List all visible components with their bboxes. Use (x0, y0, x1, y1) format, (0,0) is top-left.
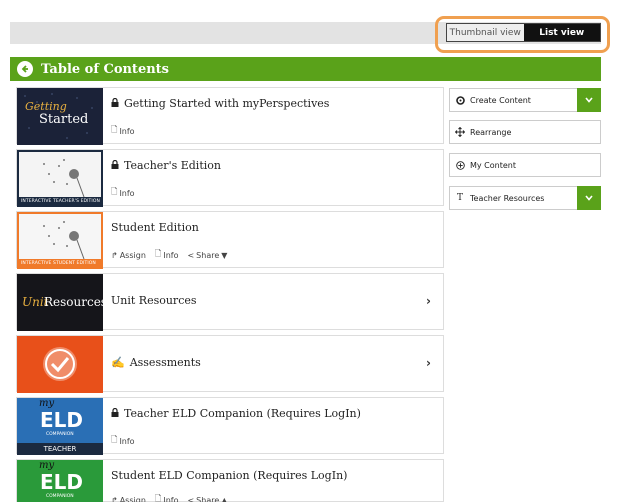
document-icon: 🗋 (111, 435, 118, 444)
document-icon: 🗋 (154, 494, 162, 502)
chevron-down-icon[interactable] (577, 88, 601, 112)
student-eld-thumbnail: my ELD COMPANION (17, 460, 103, 502)
item-actions: ↱ Assign 🗋 Info < Share ▲ (111, 493, 227, 502)
lock-icon (111, 159, 119, 172)
info-link[interactable]: 🗋 Info (155, 493, 179, 502)
thumb-caption: INTERACTIVE TEACHER'S EDITION (19, 197, 101, 205)
info-label: Info (163, 250, 179, 260)
share-icon: < (187, 250, 195, 260)
back-arrow-icon[interactable] (17, 61, 33, 77)
text-icon: T (456, 193, 463, 203)
item-actions: 🗋 Info (111, 186, 135, 200)
assign-icon: ↱ (111, 250, 118, 260)
item-title[interactable]: Teacher ELD Companion (Requires LogIn) (124, 407, 361, 420)
teacher-eld-thumbnail: my ELD COMPANION TEACHER (17, 398, 103, 455)
chevron-right-icon[interactable]: › (426, 356, 431, 370)
unit-resources-thumbnail: Unit Resources (17, 274, 103, 331)
item-title-row: Teacher ELD Companion (Requires LogIn) (111, 407, 361, 420)
share-icon: < (187, 495, 195, 502)
info-label: Info (119, 188, 135, 198)
thumb-caption: COMPANION (46, 494, 74, 499)
document-icon: 🗋 (154, 249, 162, 258)
assign-label: Assign (119, 495, 146, 502)
item-title[interactable]: Assessments (130, 356, 201, 369)
my-content-label: My Content (470, 160, 516, 170)
item-title-row: Getting Started with myPerspectives (111, 97, 329, 110)
thumb-caption: Started (39, 112, 89, 127)
item-title[interactable]: Unit Resources (111, 294, 197, 307)
thumb-caption: ELD (40, 408, 84, 432)
info-link[interactable]: 🗋 Info (111, 434, 135, 448)
assign-icon: ↱ (111, 495, 118, 502)
thumb-caption: ELD (40, 470, 84, 494)
share-label: Share (196, 250, 220, 260)
caret-up-icon: ▲ (221, 495, 228, 502)
lock-icon (111, 407, 119, 420)
caret-down-icon: ▼ (221, 250, 228, 260)
chevron-right-icon[interactable]: › (426, 294, 431, 308)
item-actions: 🗋 Info (111, 124, 135, 138)
plus-circle-icon (450, 160, 470, 170)
chevron-down-icon[interactable] (577, 186, 601, 210)
item-title[interactable]: Student ELD Companion (Requires LogIn) (111, 469, 347, 482)
assessment-icon: ✍ (111, 356, 125, 369)
my-content-button[interactable]: My Content (449, 153, 601, 177)
share-dropdown[interactable]: < Share ▲ (187, 496, 227, 502)
rearrange-button[interactable]: Rearrange (449, 120, 601, 144)
assign-link[interactable]: ↱ Assign (111, 251, 146, 260)
list-item-getting-started[interactable]: Getting Started Getting Started with myP… (16, 87, 444, 145)
share-dropdown[interactable]: < Share ▼ (187, 251, 227, 260)
info-label: Info (119, 126, 135, 136)
item-actions: 🗋 Info (111, 434, 135, 448)
document-icon: 🗋 (111, 187, 118, 196)
assessments-thumbnail (17, 336, 103, 393)
teacher-resources-label: Teacher Resources (470, 193, 545, 203)
list-view-button[interactable]: List view (523, 24, 600, 41)
list-item-student-edition[interactable]: INTERACTIVE STUDENT EDITION Student Edit… (16, 211, 444, 269)
create-content-label: Create Content (470, 95, 531, 105)
list-item-unit-resources[interactable]: Unit Resources Unit Resources › (16, 273, 444, 331)
teachers-edition-thumbnail: INTERACTIVE TEACHER'S EDITION (17, 150, 103, 207)
lock-icon (111, 97, 119, 110)
toc-header: Table of Contents (10, 57, 601, 81)
assign-link[interactable]: ↱ Assign (111, 496, 146, 502)
info-link[interactable]: 🗋 Info (111, 124, 135, 138)
info-label: Info (163, 495, 179, 502)
create-content-dropdown[interactable]: Create Content (449, 88, 601, 112)
thumb-caption: Resources (44, 295, 103, 309)
list-item-teachers-edition[interactable]: INTERACTIVE TEACHER'S EDITION Teacher's … (16, 149, 444, 207)
getting-started-thumbnail: Getting Started (17, 88, 103, 145)
info-link[interactable]: 🗋 Info (111, 186, 135, 200)
student-edition-thumbnail: INTERACTIVE STUDENT EDITION (17, 212, 103, 269)
item-title[interactable]: Getting Started with myPerspectives (124, 97, 329, 110)
item-title[interactable]: Teacher's Edition (124, 159, 221, 172)
info-label: Info (119, 436, 135, 446)
thumb-caption: COMPANION (46, 432, 74, 437)
item-title-row: Student Edition (111, 221, 199, 234)
assign-label: Assign (119, 250, 146, 260)
gear-icon (450, 95, 470, 105)
thumbnail-view-button[interactable]: Thumbnail view (447, 24, 524, 41)
list-item-assessments[interactable]: ✍ Assessments › (16, 335, 444, 393)
teacher-resources-dropdown[interactable]: T Teacher Resources (449, 186, 601, 210)
item-title[interactable]: Student Edition (111, 221, 199, 234)
share-label: Share (196, 495, 220, 502)
thumb-caption: TEACHER (17, 443, 103, 455)
thumb-caption: INTERACTIVE STUDENT EDITION (19, 259, 101, 267)
item-title-row: Teacher's Edition (111, 159, 221, 172)
toc-title: Table of Contents (41, 61, 169, 77)
item-title-row: Unit Resources (111, 294, 197, 307)
info-link[interactable]: 🗋 Info (155, 248, 179, 262)
view-toggle: Thumbnail view List view (446, 23, 601, 42)
rearrange-label: Rearrange (470, 127, 512, 137)
list-item-teacher-eld[interactable]: my ELD COMPANION TEACHER Teacher ELD Com… (16, 397, 444, 455)
item-title-row: ✍ Assessments (111, 356, 201, 369)
move-icon (450, 127, 470, 137)
list-item-student-eld[interactable]: my ELD COMPANION Student ELD Companion (… (16, 459, 444, 502)
item-actions: ↱ Assign 🗋 Info < Share ▼ (111, 248, 227, 262)
item-title-row: Student ELD Companion (Requires LogIn) (111, 469, 347, 482)
document-icon: 🗋 (111, 125, 118, 134)
